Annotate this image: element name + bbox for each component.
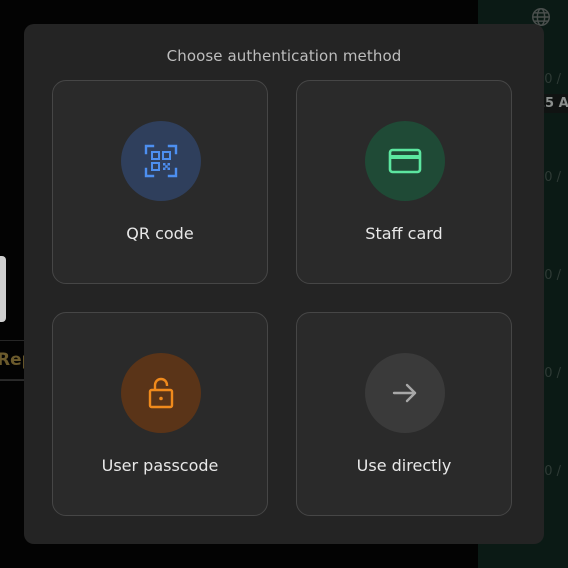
dialog-title: Choose authentication method [166,47,402,65]
staff-card-option-label: Staff card [365,224,443,243]
use-directly-option-label: Use directly [356,456,452,475]
qr-code-option-label: QR code [126,224,194,243]
screen: 00 / 15 A 00 / 00 / 00 / 00 / Rep Choose… [0,0,568,568]
card-icon-circle [365,121,445,201]
qr-code-option[interactable]: QR code [52,80,268,284]
unlock-icon-circle [121,353,201,433]
unlock-icon [148,377,174,409]
qr-code-icon-circle [121,121,201,201]
staff-card-option[interactable]: Staff card [296,80,512,284]
card-icon [388,148,422,174]
background-card-edge [0,256,6,322]
user-passcode-option[interactable]: User passcode [52,312,268,516]
arrow-right-icon [392,383,417,403]
auth-method-dialog: Choose authentication method QR code Sta… [24,24,544,544]
background-divider [0,380,26,381]
qr-code-icon [144,144,178,178]
arrow-right-icon-circle [365,353,445,433]
user-passcode-option-label: User passcode [101,456,219,475]
use-directly-option[interactable]: Use directly [296,312,512,516]
